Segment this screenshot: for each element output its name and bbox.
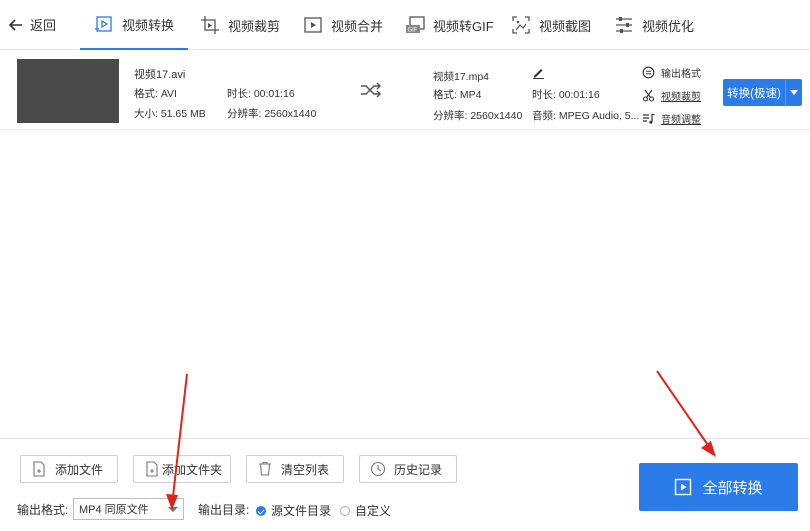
folder-add-icon: [146, 461, 158, 477]
output-format: 格式: MP4: [433, 89, 482, 101]
output-duration: 时长: 00:01:16: [532, 89, 600, 101]
source-file-name: 视频17.avi: [134, 69, 186, 81]
back-label: 返回: [30, 18, 57, 33]
tab-label: 视频截图: [539, 18, 592, 34]
play-icon: [675, 478, 692, 496]
video-merge-icon: [303, 15, 323, 35]
video-crop-link[interactable]: 视频裁剪: [642, 88, 701, 103]
bottom-panel: 添加文件 添加文件夹 清空列表 历史记录 输出格式: MP4 同原文件 输出目录…: [0, 438, 810, 531]
add-folder-label: 添加文件夹: [161, 462, 222, 477]
output-format-value: MP4 同原文件: [79, 504, 149, 516]
radio-custom-dir[interactable]: 自定义: [340, 502, 391, 519]
add-file-label: 添加文件: [54, 462, 103, 477]
tab-label: 视频转换: [122, 17, 175, 33]
tab-label: 视频优化: [642, 18, 695, 34]
tab-video-screenshot[interactable]: 视频截图: [511, 0, 591, 50]
history-label: 历史记录: [393, 462, 442, 477]
video-thumbnail[interactable]: [17, 59, 119, 123]
convert-dropdown-button[interactable]: [785, 79, 802, 106]
tab-video-merge[interactable]: 视频合并: [303, 0, 383, 50]
pencil-icon[interactable]: [532, 66, 545, 79]
source-duration: 时长: 00:01:16: [227, 88, 295, 100]
add-folder-button[interactable]: 添加文件夹: [133, 455, 231, 483]
clear-list-button[interactable]: 清空列表: [246, 455, 344, 483]
tab-video-crop[interactable]: 视频裁剪: [200, 0, 280, 50]
arrow-left-icon: [8, 18, 22, 31]
trash-icon: [259, 461, 271, 476]
tab-video-gif[interactable]: GIF 视频转GIF: [405, 0, 494, 50]
add-file-button[interactable]: 添加文件: [20, 455, 118, 483]
shuffle-icon: [361, 82, 381, 98]
tab-video-convert[interactable]: 视频转换: [80, 0, 189, 50]
output-resolution: 分辨率: 2560x1440: [433, 110, 523, 122]
radio-checked-icon: [256, 505, 266, 516]
output-audio: 音频: MPEG Audio, 5...: [532, 110, 640, 122]
source-resolution: 分辨率: 2560x1440: [227, 108, 317, 120]
chevron-down-icon: [168, 507, 178, 512]
video-convert-icon: [94, 14, 114, 34]
source-format: 格式: AVI: [134, 88, 177, 100]
settings-circle-icon: [642, 66, 655, 79]
radio-custom-dir-label: 自定义: [355, 504, 392, 518]
tab-label: 视频裁剪: [228, 18, 281, 34]
tab-label: 视频转GIF: [433, 18, 494, 34]
radio-source-dir[interactable]: 源文件目录: [256, 502, 331, 519]
file-add-icon: [33, 461, 45, 477]
convert-fast-button[interactable]: 转换(极速): [723, 79, 785, 106]
video-crop-icon: [200, 15, 220, 35]
clear-list-label: 清空列表: [280, 462, 329, 477]
tab-label: 视频合并: [331, 18, 384, 34]
screenshot-icon: [511, 15, 531, 35]
sliders-icon: [614, 15, 634, 35]
output-format-field-label: 输出格式:: [17, 503, 69, 517]
music-list-icon: [643, 113, 655, 124]
output-format-label: 输出格式: [661, 69, 701, 80]
file-list-row[interactable]: 视频17.avi 格式: AVI 时长: 00:01:16 大小: 51.65 …: [0, 52, 810, 130]
audio-adjust-link[interactable]: 音频调整: [642, 111, 701, 126]
radio-unchecked-icon: [340, 505, 350, 516]
tab-video-optimize[interactable]: 视频优化: [614, 0, 694, 50]
audio-adjust-label: 音频调整: [661, 115, 701, 126]
convert-all-label: 全部转换: [702, 479, 763, 497]
output-dir-label: 输出目录:: [198, 503, 250, 517]
gif-icon: GIF: [405, 15, 425, 35]
video-crop-label: 视频裁剪: [661, 92, 701, 103]
history-button[interactable]: 历史记录: [359, 455, 457, 483]
scissors-icon: [642, 89, 655, 102]
back-button[interactable]: 返回: [8, 15, 56, 34]
output-format-link[interactable]: 输出格式: [642, 65, 701, 80]
output-format-select[interactable]: MP4 同原文件: [73, 498, 184, 520]
radio-source-dir-label: 源文件目录: [271, 504, 332, 518]
top-nav: 返回 视频转换 视频裁剪 视频合并 GIF 视频转GIF 视频截图 视频优化: [0, 0, 810, 50]
source-size: 大小: 51.65 MB: [134, 108, 206, 120]
svg-text:GIF: GIF: [408, 27, 418, 34]
clock-icon: [370, 461, 386, 477]
convert-all-button[interactable]: 全部转换: [639, 463, 798, 511]
output-file-name: 视频17.mp4: [433, 71, 490, 83]
